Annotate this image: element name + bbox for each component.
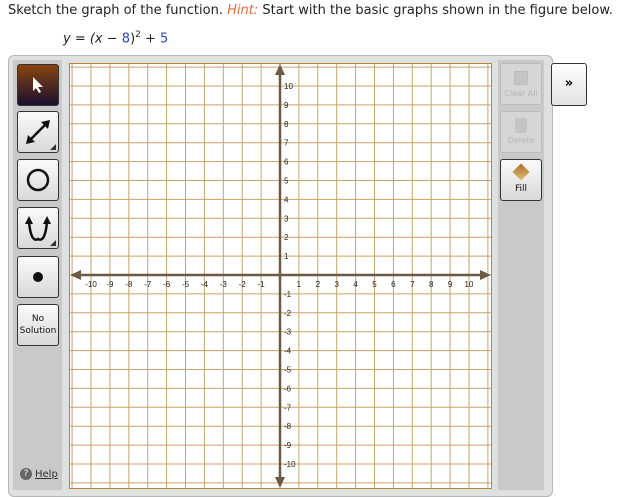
circle-icon [26,168,50,192]
y-tick-label: 9 [284,101,289,110]
y-tick-label: -6 [284,384,292,393]
y-tick-label: -4 [284,347,292,356]
parabola-icon [25,216,51,241]
x-tick-label: 6 [391,280,396,289]
help-label: Help [35,468,58,480]
y-tick-label: 2 [284,233,289,242]
y-tick-label: 1 [284,252,289,261]
eq-k: 5 [160,31,169,47]
x-tick-label: 7 [410,280,415,289]
x-tick-label: -3 [220,280,228,289]
y-tick-label: -9 [284,441,292,450]
x-tick-label: -2 [239,280,247,289]
circle-tool-button[interactable] [17,159,59,201]
y-tick-label: 3 [284,214,289,223]
y-tick-label: 5 [284,177,289,186]
x-tick-label: -7 [144,280,152,289]
clear-all-icon [514,71,528,85]
expand-button[interactable]: » [551,63,587,106]
delete-button[interactable]: Delete [500,111,542,153]
coordinate-grid[interactable]: -10 -9 -8 -7 -6 -5 -4 -3 -2 -1 1 2 3 4 5 6 7 8 9 10 10 9 8 7 6 5 4… [69,63,492,489]
x-tick-label: 5 [372,280,377,289]
x-tick-label: -8 [125,280,133,289]
y-tick-label: 8 [284,120,289,129]
help-link[interactable]: ? Help [20,468,58,480]
y-tick-label: 4 [284,195,289,204]
line-tool-button[interactable] [17,111,59,153]
question-prompt: Sketch the graph of the function. [8,3,223,18]
eq-lhs: y = (x − [63,31,122,47]
y-tick-label: -1 [284,290,292,299]
y-tick-label: -2 [284,309,292,318]
line-arrow-icon [26,120,50,144]
hint-text: Start with the basic graphs shown in the… [262,3,613,18]
y-tick-label: -5 [284,366,292,375]
x-tick-label: 1 [297,280,302,289]
fill-label: Fill [514,184,528,194]
x-tick-label: -4 [201,280,209,289]
y-tick-label: -10 [284,460,296,469]
y-tick-label: 6 [284,158,289,167]
help-icon: ? [20,468,32,480]
y-tick-label: 7 [284,139,289,148]
delete-label: Delete [507,136,535,145]
no-solution-line2: Solution [19,326,57,336]
y-tick-label: 10 [284,82,293,91]
x-tick-label: -5 [182,280,190,289]
cursor-icon [33,77,43,93]
x-tick-label: 8 [429,280,434,289]
no-solution-button[interactable]: No Solution [17,304,59,346]
fill-button[interactable]: Fill [500,159,542,201]
y-tick-label: -7 [284,403,292,412]
question-text: Sketch the graph of the function. Hint: … [8,3,613,18]
x-tick-label: -10 [85,280,97,289]
point-tool-button[interactable] [17,256,59,298]
clear-all-button[interactable]: Clear All [500,63,542,105]
x-tick-label: 9 [448,280,453,289]
x-tick-label: -6 [163,280,171,289]
no-solution-line1: No [31,314,45,324]
x-tick-label: -9 [106,280,114,289]
eq-h: 8 [121,31,131,47]
point-icon [33,272,43,282]
x-tick-label: -1 [258,280,266,289]
x-tick-label: 2 [316,280,321,289]
clear-all-label: Clear All [504,89,538,98]
x-tick-label: 4 [353,280,358,289]
hint-label: Hint: [227,3,259,18]
eq-plus: + [140,31,161,47]
x-tick-label: 10 [465,280,474,289]
y-tick-label: -8 [284,422,292,431]
select-tool-button[interactable] [17,64,59,106]
trash-icon [515,118,527,133]
equation: y = (x − 8)2 + 5 [63,30,168,46]
x-tick-label: 3 [334,280,339,289]
y-tick-label: -3 [284,328,292,337]
parabola-tool-button[interactable] [17,207,59,249]
paint-bucket-icon [512,163,530,181]
